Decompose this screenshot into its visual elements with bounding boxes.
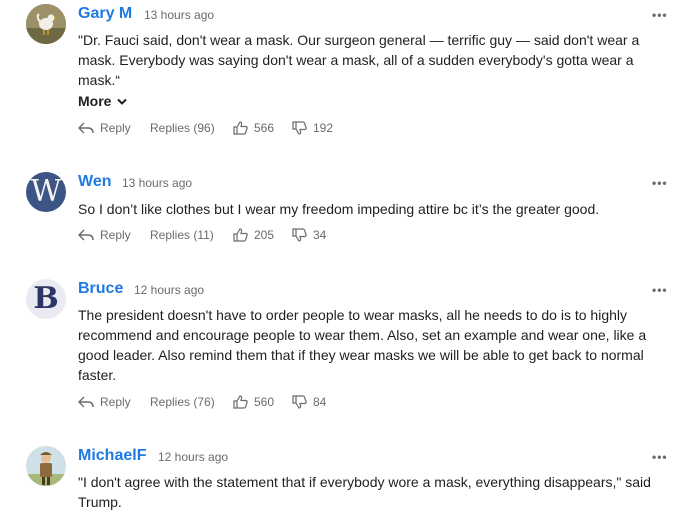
- avatar-letter: B: [33, 281, 59, 316]
- reply-button[interactable]: Reply: [78, 226, 131, 244]
- comment-text: "I don't agree with the statement that i…: [78, 474, 651, 510]
- chevron-down-icon: [117, 98, 128, 105]
- more-label: More: [78, 93, 112, 109]
- reply-label: Reply: [100, 121, 131, 135]
- thumbs-up-icon: [233, 121, 248, 135]
- dislike-count: 192: [313, 121, 334, 135]
- comment-timestamp: 13 hours ago: [122, 176, 193, 190]
- reply-arrow-icon: [78, 229, 94, 241]
- avatar[interactable]: [26, 446, 66, 486]
- reply-button[interactable]: Reply: [78, 393, 131, 411]
- avatar[interactable]: [26, 4, 66, 44]
- reply-label: Reply: [100, 228, 131, 242]
- like-button[interactable]: 566: [233, 119, 274, 137]
- thumbs-down-icon: [292, 228, 307, 242]
- reply-label: Reply: [100, 395, 131, 409]
- comment-text: The president doesn't have to order peop…: [78, 307, 647, 383]
- reply-arrow-icon: [78, 122, 94, 134]
- thumbs-down-icon: [292, 121, 307, 135]
- reply-button[interactable]: Reply: [78, 119, 131, 137]
- dislike-count: 34: [313, 228, 327, 242]
- replies-label: Replies (96): [150, 121, 215, 135]
- commenter-name[interactable]: Bruce: [78, 279, 123, 299]
- dislike-button[interactable]: 192: [292, 119, 333, 137]
- more-dots-icon[interactable]: •••: [652, 284, 668, 296]
- like-button[interactable]: 205: [233, 226, 274, 244]
- more-dots-icon[interactable]: •••: [652, 451, 668, 463]
- dislike-count: 84: [313, 395, 327, 409]
- thumbs-up-icon: [233, 228, 248, 242]
- commenter-name[interactable]: MichaelF: [78, 446, 146, 466]
- dislike-button[interactable]: 84: [292, 393, 326, 411]
- dislike-button[interactable]: 34: [292, 226, 326, 244]
- avatar-letter: W: [30, 174, 62, 209]
- more-button[interactable]: More: [78, 92, 128, 110]
- reply-arrow-icon: [78, 396, 94, 408]
- avatar[interactable]: B: [26, 279, 66, 319]
- like-button[interactable]: 560: [233, 393, 274, 411]
- like-count: 566: [254, 121, 275, 135]
- like-count: 560: [254, 395, 275, 409]
- comment-text: So I don’t like clothes but I wear my fr…: [78, 201, 600, 217]
- thumbs-down-icon: [292, 395, 307, 409]
- thumbs-up-icon: [233, 395, 248, 409]
- more-dots-icon[interactable]: •••: [652, 9, 668, 21]
- more-dots-icon[interactable]: •••: [652, 177, 668, 189]
- commenter-name[interactable]: Gary M: [78, 4, 132, 24]
- replies-label: Replies (76): [150, 395, 215, 409]
- replies-button[interactable]: Replies (96): [150, 119, 215, 137]
- commenter-name[interactable]: Wen: [78, 172, 111, 192]
- comment-timestamp: 13 hours ago: [144, 8, 215, 22]
- replies-button[interactable]: Replies (76): [150, 393, 215, 411]
- comment-timestamp: 12 hours ago: [134, 283, 205, 297]
- comment-text: "Dr. Fauci said, don't wear a mask. Our …: [78, 32, 640, 88]
- replies-label: Replies (11): [150, 228, 214, 242]
- comment-timestamp: 12 hours ago: [158, 450, 229, 464]
- avatar[interactable]: W: [26, 172, 66, 212]
- replies-button[interactable]: Replies (11): [150, 226, 214, 244]
- like-count: 205: [254, 228, 275, 242]
